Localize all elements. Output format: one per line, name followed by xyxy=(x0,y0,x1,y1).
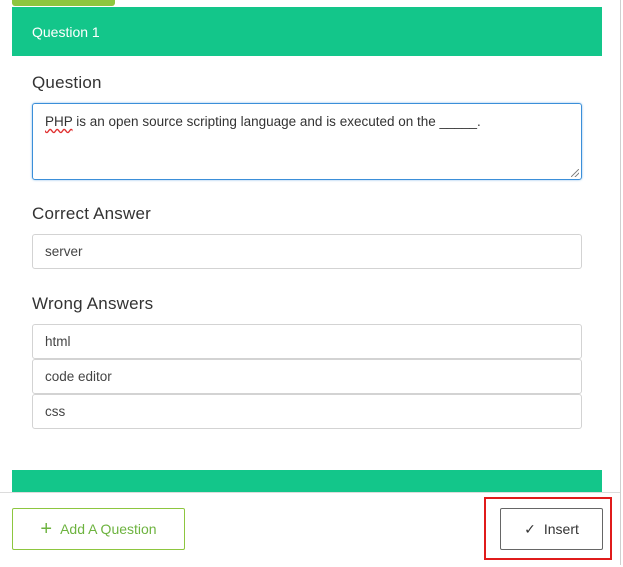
top-tab-indicator xyxy=(12,0,115,6)
question-1-header[interactable]: Question 1 xyxy=(12,7,602,56)
wrong-answer-value: css xyxy=(45,404,66,419)
checkmark-icon: ✓ xyxy=(524,520,536,537)
wrong-answer-value: code editor xyxy=(45,369,112,384)
correct-answer-value: server xyxy=(45,244,83,259)
add-question-button[interactable]: + Add A Question xyxy=(12,508,185,550)
question-text: PHP is an open source scripting language… xyxy=(45,114,481,129)
question-1-title: Question 1 xyxy=(32,23,100,40)
wrong-answers-label: Wrong Answers xyxy=(32,294,154,313)
plus-icon: + xyxy=(40,518,53,540)
insert-label: Insert xyxy=(543,521,579,537)
insert-button[interactable]: ✓ Insert xyxy=(500,508,603,550)
wrong-answer-value: html xyxy=(45,334,71,349)
wrong-answer-input-2[interactable]: code editor xyxy=(32,359,582,394)
add-question-label: Add A Question xyxy=(60,521,157,537)
correct-answer-input[interactable]: server xyxy=(32,234,582,269)
spellcheck-word: PHP xyxy=(45,114,73,129)
wrong-answer-input-3[interactable]: css xyxy=(32,394,582,429)
correct-answer-label: Correct Answer xyxy=(32,204,152,223)
resize-handle-icon[interactable] xyxy=(571,169,579,177)
question-textarea[interactable]: PHP is an open source scripting language… xyxy=(32,103,582,180)
question-text-rest: is an open source scripting language and… xyxy=(72,114,481,129)
wrong-answer-input-1[interactable]: html xyxy=(32,324,582,359)
question-label: Question xyxy=(32,73,102,92)
question-2-header[interactable] xyxy=(12,470,602,492)
